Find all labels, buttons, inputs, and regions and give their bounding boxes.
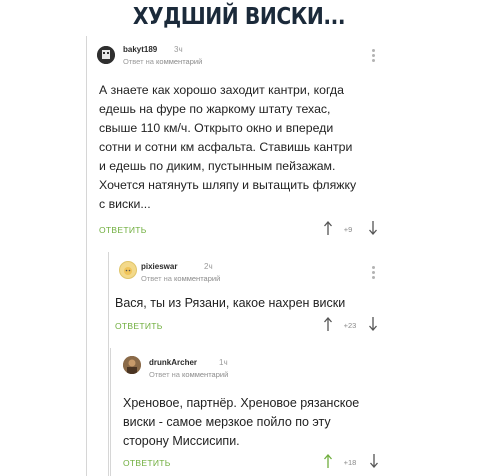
reply-target-link[interactable]: комментарий xyxy=(182,370,228,379)
rating: +23 xyxy=(343,321,357,330)
avatar[interactable] xyxy=(119,261,137,279)
reply-target-link[interactable]: комментарий xyxy=(174,274,220,283)
upvote-arrow-icon[interactable] xyxy=(323,220,333,236)
comment-line: и едешь по диким, пустынным пейзажам. xyxy=(99,159,336,173)
avatar-icon xyxy=(123,356,141,374)
avatar-icon xyxy=(124,267,132,275)
upvote-arrow-icon[interactable] xyxy=(323,453,333,469)
comment-text: Вася, ты из Рязани, какое нахрен виски xyxy=(115,294,345,313)
comment-line: Хреновое, партнёр. Хреновое рязанское xyxy=(123,396,360,410)
reply-note: Ответ на комментарий xyxy=(149,370,228,379)
comment-line: свыше 110 км/ч. Открыто окно и впереди xyxy=(99,121,334,135)
avatar-icon xyxy=(97,46,115,64)
comment-line: А знаете как хорошо заходит кантри, когд… xyxy=(99,83,344,97)
username[interactable]: drunkArcher xyxy=(149,358,197,367)
more-options-icon[interactable] xyxy=(372,266,376,280)
comment-time: 1ч xyxy=(219,358,228,367)
comment-line: сторону Миссисипи. xyxy=(123,434,240,448)
downvote-arrow-icon[interactable] xyxy=(368,220,378,236)
comment-time: 3ч xyxy=(174,45,183,54)
comment-line: сотни и сотни км асфальта. Ставишь кантр… xyxy=(99,140,353,154)
username[interactable]: bakyt189 xyxy=(123,45,157,54)
avatar[interactable] xyxy=(97,46,115,64)
reply-note: Ответ на комментарий xyxy=(123,57,202,66)
meme-title: ХУДШИЙ ВИСКИ... xyxy=(132,4,346,30)
upvote-arrow-icon[interactable] xyxy=(323,316,333,332)
comment-text: Хреновое, партнёр. Хреновое рязанское ви… xyxy=(123,394,359,451)
reply-prefix: Ответ на xyxy=(123,57,154,66)
comment-line: виски - самое мерзкое пойло по эту xyxy=(123,415,331,429)
comment-time: 2ч xyxy=(204,262,213,271)
comment-drunkarcher: drunkArcher 1ч Ответ на комментарий Хрен… xyxy=(110,348,390,476)
reply-target-link[interactable]: комментарий xyxy=(156,57,202,66)
reply-note: Ответ на комментарий xyxy=(141,274,220,283)
comment-line: Хочется натянуть шляпу и вытащить фляжку xyxy=(99,178,357,192)
reply-button[interactable]: ОТВЕТИТЬ xyxy=(115,321,163,331)
comment-line: едешь на фуре по жаркому штату техас, xyxy=(99,102,331,116)
more-options-icon[interactable] xyxy=(372,49,376,63)
reply-prefix: Ответ на xyxy=(149,370,180,379)
username[interactable]: pixieswar xyxy=(141,262,177,271)
comment-line: Вася, ты из Рязани, какое нахрен виски xyxy=(115,296,346,310)
reply-prefix: Ответ на xyxy=(141,274,172,283)
rating: +18 xyxy=(343,458,357,467)
reply-button[interactable]: ОТВЕТИТЬ xyxy=(99,225,147,235)
reply-button[interactable]: ОТВЕТИТЬ xyxy=(123,458,171,468)
comment-text: А знаете как хорошо заходит кантри, когд… xyxy=(99,81,356,214)
downvote-arrow-icon[interactable] xyxy=(368,316,378,332)
avatar[interactable] xyxy=(123,356,141,374)
downvote-arrow-icon[interactable] xyxy=(369,453,379,469)
rating: +9 xyxy=(343,225,353,234)
comment-line: с виски... xyxy=(99,197,151,211)
